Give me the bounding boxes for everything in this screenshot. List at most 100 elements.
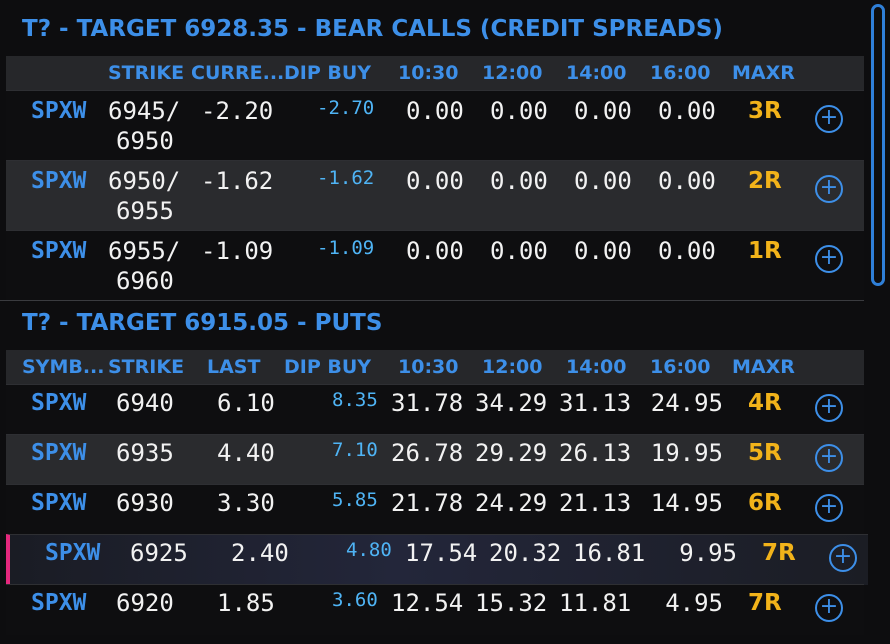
maxr-cell: 4R <box>748 390 782 416</box>
symbol-cell: SPXW <box>31 238 87 264</box>
maxr-cell: 2R <box>748 168 782 194</box>
table-row[interactable]: SPXW 6950/6955 -1.62 -1.62 0.00 0.00 0.00 0.00 2… <box>6 160 864 231</box>
col-maxr[interactable]: MAXR <box>732 62 795 84</box>
time-1600-cell: 0.00 <box>658 167 716 195</box>
dip-buy-cell: 5.85 <box>332 489 378 511</box>
plus-circle-icon[interactable]: + <box>815 394 843 422</box>
symbol-cell: SPXW <box>45 540 101 566</box>
time-1200-cell: 20.32 <box>489 539 562 567</box>
time-1200-cell: 0.00 <box>490 167 548 195</box>
col-maxr[interactable]: MAXR <box>732 356 795 378</box>
strike-cell: 6930 <box>116 489 174 517</box>
col-1200[interactable]: 12:00 <box>482 62 542 84</box>
last-cell: 4.40 <box>217 439 275 467</box>
symbol-cell: SPXW <box>31 390 87 416</box>
time-1030-cell: 0.00 <box>406 167 464 195</box>
time-1200-cell: 24.29 <box>475 489 548 517</box>
plus-circle-icon[interactable]: + <box>815 594 843 622</box>
col-1030[interactable]: 10:30 <box>398 62 458 84</box>
plus-circle-icon[interactable]: + <box>815 105 843 133</box>
symbol-cell: SPXW <box>31 440 87 466</box>
strike-cell: 6920 <box>116 589 174 617</box>
time-1400-cell: 0.00 <box>574 167 632 195</box>
puts-column-header: SYMB... STRIKE LAST DIP BUY 10:30 12:00 … <box>6 350 864 384</box>
maxr-cell: 6R <box>748 490 782 516</box>
table-row[interactable]: SPXW 6945/6950 -2.20 -2.70 0.00 0.00 0.00 0.00 3… <box>6 90 864 161</box>
time-1030-cell: 0.00 <box>406 237 464 265</box>
plus-circle-icon[interactable]: + <box>815 245 843 273</box>
strike-cell: 6940 <box>116 389 174 417</box>
time-1400-cell: 26.13 <box>559 439 632 467</box>
dip-buy-cell: 4.80 <box>346 539 392 561</box>
plus-circle-icon[interactable]: + <box>815 494 843 522</box>
col-1200[interactable]: 12:00 <box>482 356 542 378</box>
puts-panel: T? - TARGET 6915.05 - PUTS SYMB... STRIK… <box>6 300 868 644</box>
time-1400-cell: 16.81 <box>573 539 646 567</box>
col-dip-buy[interactable]: DIP BUY <box>284 62 371 84</box>
symbol-cell: SPXW <box>31 590 87 616</box>
maxr-cell: 1R <box>748 238 782 264</box>
plus-circle-icon[interactable]: + <box>815 175 843 203</box>
current-cell: -1.09 <box>201 237 274 265</box>
symbol-cell: SPXW <box>31 490 87 516</box>
strike-cell: 6955/ <box>108 237 181 265</box>
time-1400-cell: 31.13 <box>559 389 632 417</box>
col-1030[interactable]: 10:30 <box>398 356 458 378</box>
dip-buy-cell: -2.70 <box>317 97 375 119</box>
table-row[interactable]: SPXW 6940 6.10 8.35 31.78 34.29 31.13 24.95 4R + <box>6 384 864 435</box>
last-cell: 1.85 <box>217 589 275 617</box>
time-1600-cell: 4.95 <box>665 589 723 617</box>
col-last[interactable]: LAST <box>207 356 260 378</box>
col-current[interactable]: CURRE... <box>191 62 284 84</box>
plus-circle-icon[interactable]: + <box>815 444 843 472</box>
last-cell: 6.10 <box>217 389 275 417</box>
time-1030-cell: 12.54 <box>391 589 464 617</box>
col-symbol[interactable]: SYMB... <box>22 356 105 378</box>
symbol-cell: SPXW <box>31 98 87 124</box>
col-1400[interactable]: 14:00 <box>566 62 626 84</box>
current-cell: -2.20 <box>201 97 274 125</box>
table-row[interactable]: SPXW 6935 4.40 7.10 26.78 29.29 26.13 19.95 5R + <box>6 434 864 485</box>
time-1200-cell: 15.32 <box>475 589 548 617</box>
time-1200-cell: 0.00 <box>490 97 548 125</box>
time-1600-cell: 19.95 <box>650 439 723 467</box>
dip-buy-cell: -1.09 <box>317 237 375 259</box>
strike-cell-second-line: 6950 <box>116 127 174 155</box>
dip-buy-cell: 8.35 <box>332 389 378 411</box>
time-1200-cell: 0.00 <box>490 237 548 265</box>
table-row[interactable]: SPXW 6955/6960 -1.09 -1.09 0.00 0.00 0.00 0.00 1… <box>6 230 864 301</box>
scrollbar-thumb[interactable] <box>871 4 885 286</box>
time-1600-cell: 0.00 <box>658 97 716 125</box>
time-1030-cell: 17.54 <box>405 539 478 567</box>
maxr-cell: 5R <box>748 440 782 466</box>
col-1400[interactable]: 14:00 <box>566 356 626 378</box>
col-1600[interactable]: 16:00 <box>650 356 710 378</box>
strike-cell: 6950/ <box>108 167 181 195</box>
strike-cell: 6935 <box>116 439 174 467</box>
table-row[interactable]: SPXW 6920 1.85 3.60 12.54 15.32 11.81 4.95 7R + <box>6 584 864 635</box>
time-1200-cell: 29.29 <box>475 439 548 467</box>
col-dip-buy[interactable]: DIP BUY <box>284 356 371 378</box>
time-1600-cell: 24.95 <box>650 389 723 417</box>
col-strike[interactable]: STRIKE <box>108 62 184 84</box>
time-1400-cell: 11.81 <box>559 589 632 617</box>
table-row[interactable]: SPXW 6930 3.30 5.85 21.78 24.29 21.13 14.95 6R + <box>6 484 864 535</box>
strike-cell-second-line: 6955 <box>116 197 174 225</box>
last-cell: 2.40 <box>231 539 289 567</box>
dip-buy-cell: -1.62 <box>317 167 375 189</box>
time-1030-cell: 26.78 <box>391 439 464 467</box>
time-1400-cell: 0.00 <box>574 237 632 265</box>
last-cell: 3.30 <box>217 489 275 517</box>
col-1600[interactable]: 16:00 <box>650 62 710 84</box>
symbol-cell: SPXW <box>31 168 87 194</box>
time-1400-cell: 21.13 <box>559 489 632 517</box>
col-strike[interactable]: STRIKE <box>108 356 184 378</box>
dip-buy-cell: 3.60 <box>332 589 378 611</box>
strike-cell-second-line: 6960 <box>116 267 174 295</box>
bear-calls-title: T? - TARGET 6928.35 - BEAR CALLS (CREDIT… <box>22 16 723 42</box>
table-row-selected[interactable]: SPXW 6925 2.40 4.80 17.54 20.32 16.81 9.95 7R + <box>6 534 868 585</box>
plus-circle-icon[interactable]: + <box>829 544 857 572</box>
dip-buy-cell: 7.10 <box>332 439 378 461</box>
time-1600-cell: 0.00 <box>658 237 716 265</box>
puts-title: T? - TARGET 6915.05 - PUTS <box>22 310 383 336</box>
